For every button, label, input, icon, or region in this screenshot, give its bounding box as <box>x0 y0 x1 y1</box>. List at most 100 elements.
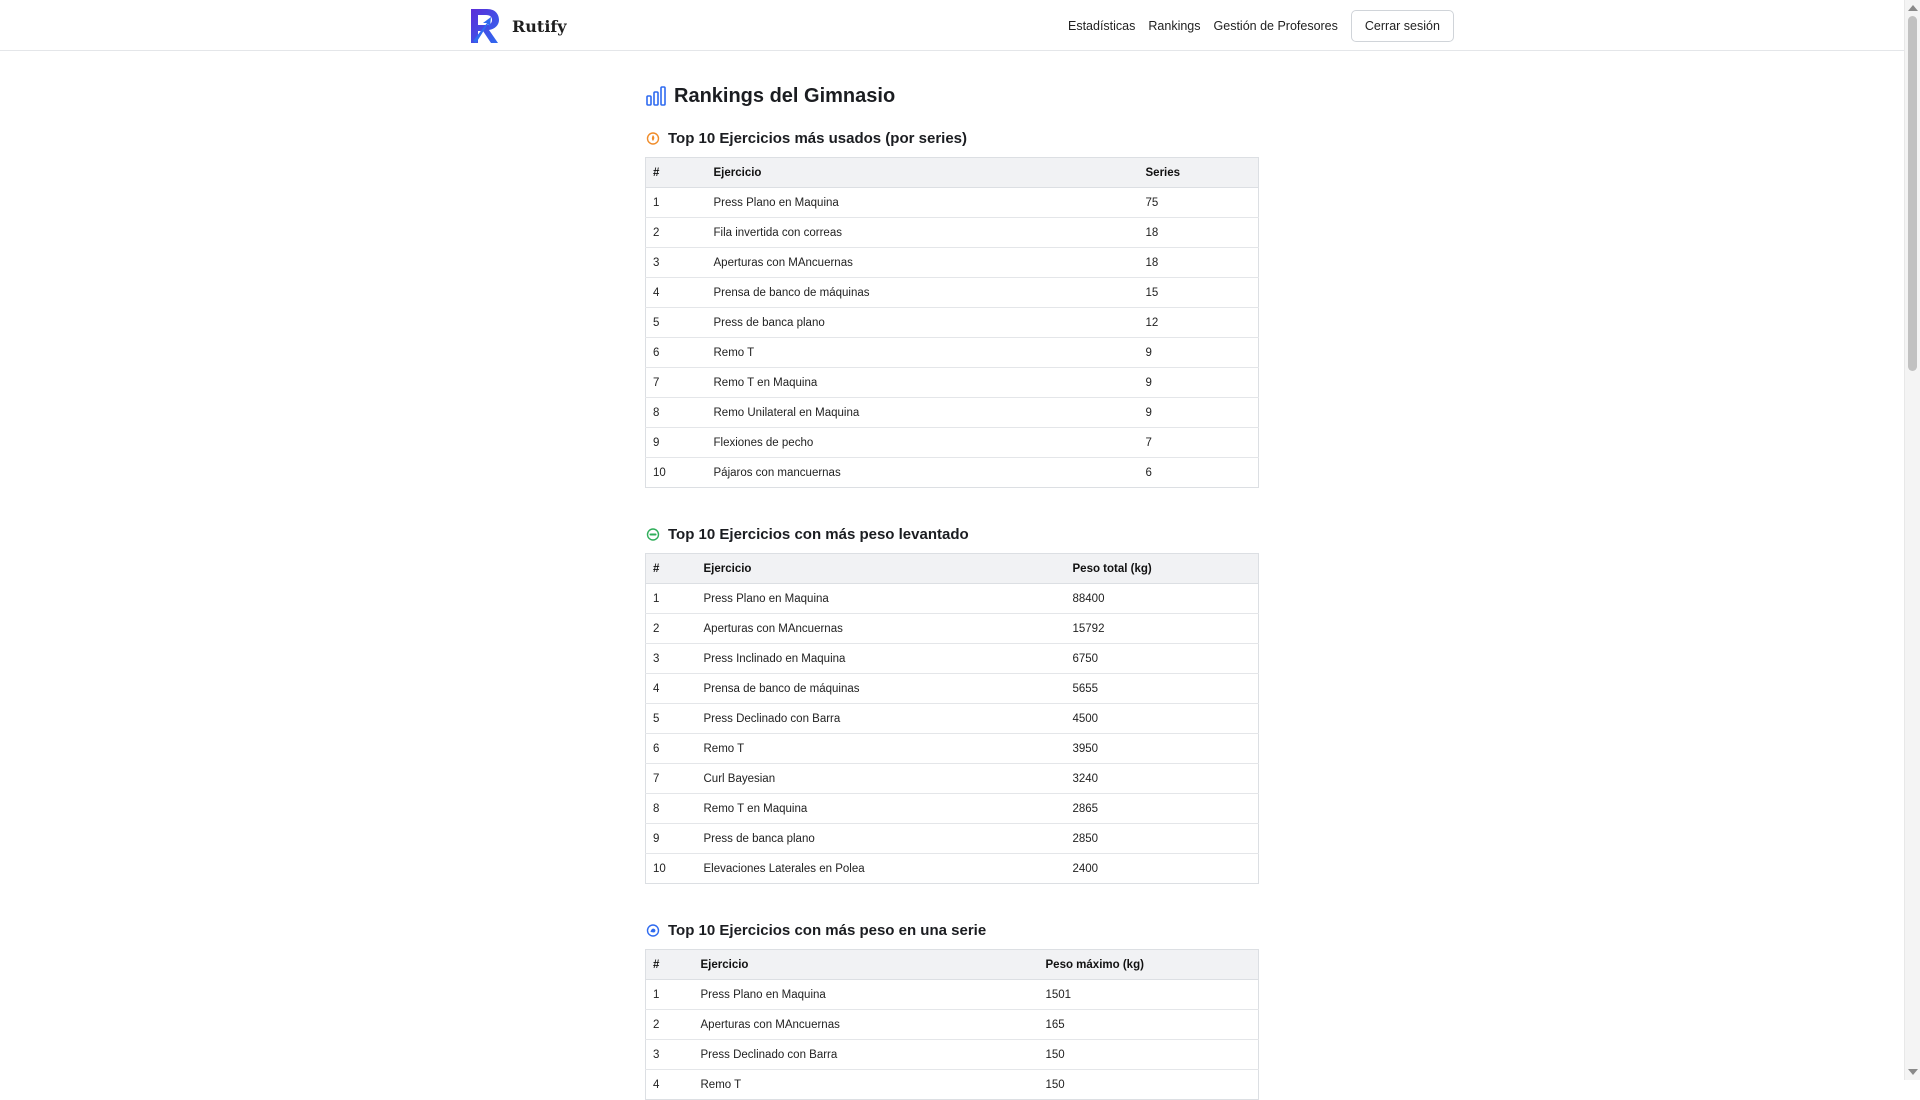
table-row: 2 Fila invertida con correas 18 <box>645 217 1259 248</box>
top-navbar: Rutify Estadísticas Rankings Gestión de … <box>0 0 1904 51</box>
table-row: 3 Aperturas con MAncuernas 18 <box>645 247 1259 278</box>
nav-link-gestion-profesores[interactable]: Gestión de Profesores <box>1214 10 1338 42</box>
value-cell: 88400 <box>1065 583 1259 614</box>
rank-cell: 1 <box>645 187 707 218</box>
table-row: 4 Prensa de banco de máquinas 5655 <box>645 673 1259 704</box>
exercise-cell: Press Plano en Maquina <box>693 979 1039 1010</box>
rank-cell: 9 <box>645 823 697 854</box>
rank-cell: 3 <box>645 247 707 278</box>
rank-cell: 10 <box>645 457 707 488</box>
scroll-up-arrow-icon[interactable] <box>1908 5 1918 11</box>
rank-cell: 10 <box>645 853 697 884</box>
ranking-table-series: # Ejercicio Series 1 Press Plano en Maqui… <box>645 157 1259 488</box>
value-cell: 2850 <box>1065 823 1259 854</box>
value-cell: 18 <box>1138 217 1259 248</box>
exercise-cell: Fila invertida con correas <box>706 217 1139 248</box>
value-cell: 3240 <box>1065 763 1259 794</box>
main-content: Rankings del Gimnasio Top 10 Ejercicios … <box>645 80 1259 1100</box>
exercise-cell: Curl Bayesian <box>696 763 1066 794</box>
exercise-cell: Remo T <box>693 1069 1039 1100</box>
value-cell: 150 <box>1038 1069 1259 1100</box>
section-title: Top 10 Ejercicios con más peso levantado <box>668 525 969 543</box>
section-header: Top 10 Ejercicios con más peso levantado <box>646 522 1259 546</box>
section-title: Top 10 Ejercicios más usados (por series… <box>668 129 968 147</box>
column-header-rank: # <box>645 949 694 980</box>
column-header-value: Peso total (kg) <box>1065 553 1259 584</box>
exercise-cell: Elevaciones Laterales en Polea <box>696 853 1066 884</box>
exercise-cell: Remo T en Maquina <box>696 793 1066 824</box>
table-row: 8 Remo Unilateral en Maquina 9 <box>645 397 1259 428</box>
value-cell: 18 <box>1138 247 1259 278</box>
rank-cell: 8 <box>645 793 697 824</box>
table-row: 2 Aperturas con MAncuernas 15792 <box>645 613 1259 644</box>
exercise-cell: Remo Unilateral en Maquina <box>706 397 1139 428</box>
rank-cell: 6 <box>645 337 707 368</box>
rank-cell: 2 <box>645 613 697 644</box>
table-row: 3 Press Inclinado en Maquina 6750 <box>645 643 1259 674</box>
column-header-value: Series <box>1138 157 1259 188</box>
exercise-cell: Press de banca plano <box>696 823 1066 854</box>
exercise-cell: Aperturas con MAncuernas <box>706 247 1139 278</box>
column-header-exercise: Ejercicio <box>696 553 1066 584</box>
rank-cell: 2 <box>645 217 707 248</box>
value-cell: 5655 <box>1065 673 1259 704</box>
table-row: 9 Press de banca plano 2850 <box>645 823 1259 854</box>
column-header-exercise: Ejercicio <box>706 157 1139 188</box>
rank-cell: 4 <box>645 673 697 704</box>
table-header-row: # Ejercicio Peso máximo (kg) <box>645 949 1259 980</box>
page-scrollbar[interactable] <box>1904 0 1920 1080</box>
weight-icon <box>646 528 660 541</box>
exercise-cell: Prensa de banco de máquinas <box>706 277 1139 308</box>
table-row: 6 Remo T 3950 <box>645 733 1259 764</box>
value-cell: 6 <box>1138 457 1259 488</box>
bar-chart-icon <box>646 86 666 106</box>
page-header: Rankings del Gimnasio <box>646 80 1259 112</box>
value-cell: 6750 <box>1065 643 1259 674</box>
table-row: 5 Press Declinado con Barra 4500 <box>645 703 1259 734</box>
value-cell: 7 <box>1138 427 1259 458</box>
table-row: 9 Flexiones de pecho 7 <box>645 427 1259 458</box>
nav-link-rankings[interactable]: Rankings <box>1148 10 1200 42</box>
section-max-weight: Top 10 Ejercicios con más peso en una se… <box>645 918 1259 1100</box>
value-cell: 3950 <box>1065 733 1259 764</box>
logout-button[interactable]: Cerrar sesión <box>1350 10 1454 42</box>
section-most-used: Top 10 Ejercicios más usados (por series… <box>645 126 1259 488</box>
rank-cell: 6 <box>645 733 697 764</box>
page-title: Rankings del Gimnasio <box>674 84 896 107</box>
rank-cell: 7 <box>645 763 697 794</box>
table-row: 1 Press Plano en Maquina 88400 <box>645 583 1259 614</box>
value-cell: 1501 <box>1038 979 1259 1010</box>
table-row: 4 Prensa de banco de máquinas 15 <box>645 277 1259 308</box>
rutify-r-logo-icon <box>471 9 499 43</box>
value-cell: 165 <box>1038 1009 1259 1040</box>
table-row: 3 Press Declinado con Barra 150 <box>645 1039 1259 1070</box>
nav-link-estadisticas[interactable]: Estadísticas <box>1068 10 1135 42</box>
rank-cell: 2 <box>645 1009 694 1040</box>
table-row: 1 Press Plano en Maquina 75 <box>645 187 1259 218</box>
brand[interactable]: Rutify <box>469 7 567 45</box>
table-row: 1 Press Plano en Maquina 1501 <box>645 979 1259 1010</box>
table-header-row: # Ejercicio Peso total (kg) <box>645 553 1259 584</box>
rank-cell: 3 <box>645 643 697 674</box>
exercise-cell: Press Declinado con Barra <box>696 703 1066 734</box>
section-header: Top 10 Ejercicios con más peso en una se… <box>646 918 1259 942</box>
scroll-down-arrow-icon[interactable] <box>1908 1069 1918 1075</box>
value-cell: 2865 <box>1065 793 1259 824</box>
rank-cell: 3 <box>645 1039 694 1070</box>
value-cell: 9 <box>1138 367 1259 398</box>
value-cell: 9 <box>1138 397 1259 428</box>
exercise-cell: Aperturas con MAncuernas <box>696 613 1066 644</box>
table-row: 7 Curl Bayesian 3240 <box>645 763 1259 794</box>
table-row: 4 Remo T 150 <box>645 1069 1259 1100</box>
value-cell: 12 <box>1138 307 1259 338</box>
table-row: 7 Remo T en Maquina 9 <box>645 367 1259 398</box>
column-header-rank: # <box>645 157 707 188</box>
rank-cell: 7 <box>645 367 707 398</box>
table-row: 5 Press de banca plano 12 <box>645 307 1259 338</box>
rank-cell: 4 <box>645 277 707 308</box>
scrollbar-thumb[interactable] <box>1908 16 1917 371</box>
exercise-cell: Remo T <box>706 337 1139 368</box>
rank-cell: 1 <box>645 979 694 1010</box>
value-cell: 150 <box>1038 1039 1259 1070</box>
rank-cell: 4 <box>645 1069 694 1100</box>
